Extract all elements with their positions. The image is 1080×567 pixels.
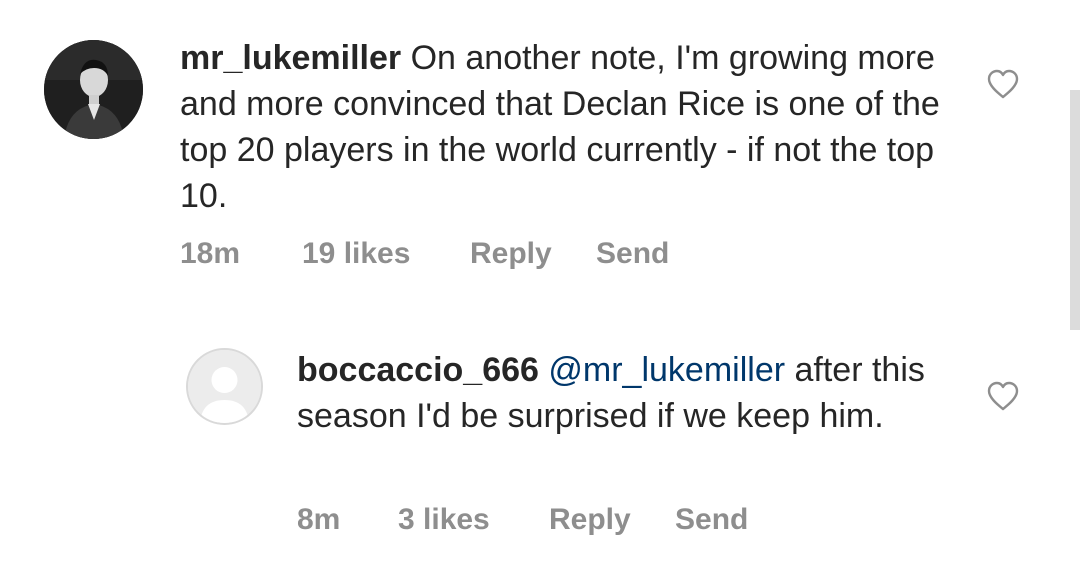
avatar[interactable]: [186, 348, 263, 425]
comment-timestamp: 18m: [180, 237, 241, 270]
heart-icon[interactable]: [986, 381, 1020, 411]
reply-mention[interactable]: @mr_lukemiller: [548, 351, 785, 389]
heart-icon[interactable]: [986, 69, 1020, 99]
profile-photo: [44, 40, 143, 139]
reply-timestamp: 8m: [297, 503, 341, 536]
comment-body: mr_lukemiller On another note, I'm growi…: [180, 35, 940, 219]
comment-username[interactable]: mr_lukemiller: [180, 39, 401, 77]
reply-body: boccaccio_666 @mr_lukemiller after this …: [297, 347, 957, 439]
default-avatar-icon: [188, 350, 261, 423]
reply-likes-count[interactable]: 3 likes: [398, 503, 490, 537]
send-button[interactable]: Send: [675, 503, 748, 537]
avatar[interactable]: [44, 40, 143, 139]
reply-username[interactable]: boccaccio_666: [297, 351, 539, 389]
reply-button[interactable]: Reply: [549, 503, 631, 537]
comment-likes-count[interactable]: 19 likes: [302, 237, 410, 271]
scrollbar[interactable]: [1070, 90, 1080, 330]
send-button[interactable]: Send: [596, 237, 669, 271]
reply-button[interactable]: Reply: [470, 237, 552, 271]
